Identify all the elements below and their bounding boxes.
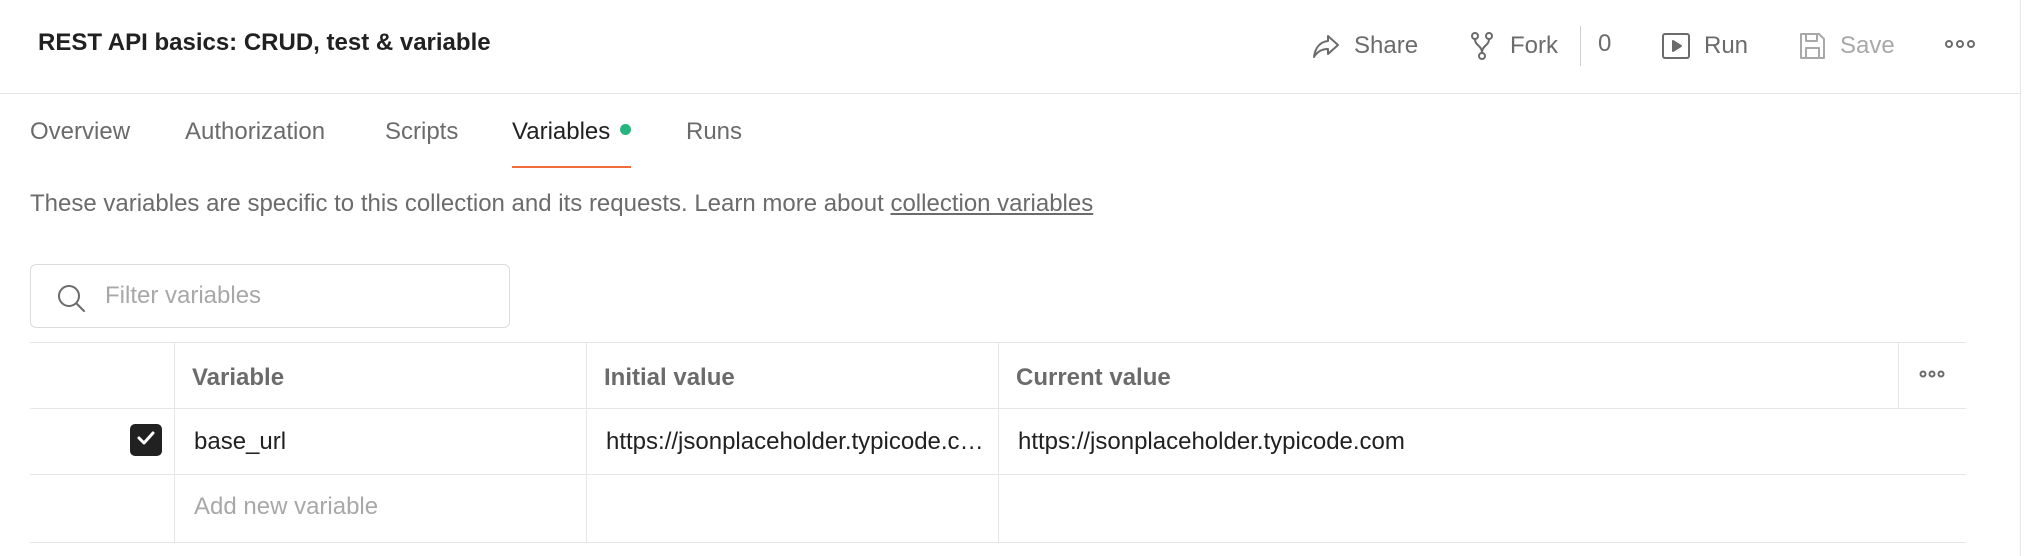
share-label: Share — [1354, 32, 1419, 59]
filter-variables-input[interactable] — [105, 279, 485, 313]
tab-overview-label: Overview — [30, 118, 131, 145]
tab-overview[interactable]: Overview — [30, 118, 130, 168]
variables-description: These variables are specific to this col… — [30, 190, 1093, 218]
run-label: Run — [1704, 32, 1749, 59]
column-divider — [586, 342, 587, 542]
column-header-current-value: Current value — [1016, 364, 1171, 391]
fork-label: Fork — [1510, 32, 1558, 59]
table-bottom-border — [30, 542, 1966, 543]
collection-variables-link[interactable]: collection variables — [890, 190, 1093, 217]
variables-table: Variable Initial value Current value bas… — [30, 342, 1966, 544]
tab-variables[interactable]: Variables — [512, 118, 632, 168]
fork-icon — [1466, 30, 1498, 62]
run-icon — [1660, 30, 1692, 62]
run-button[interactable]: Run — [1660, 26, 1748, 66]
save-label: Save — [1840, 32, 1895, 59]
column-header-variable: Variable — [192, 364, 285, 391]
fork-divider — [1580, 26, 1581, 66]
check-icon — [135, 427, 157, 454]
column-divider — [174, 342, 175, 542]
share-icon — [1310, 30, 1342, 62]
table-options-button[interactable] — [1898, 342, 1966, 408]
tab-runs[interactable]: Runs — [686, 118, 742, 168]
more-icon — [1919, 366, 1945, 384]
more-options-button[interactable] — [1942, 30, 1978, 62]
fork-button[interactable]: Fork — [1466, 26, 1558, 66]
unsaved-changes-dot — [620, 124, 632, 136]
initial-value-cell[interactable]: https://jsonplaceholder.typicode.com — [606, 428, 986, 456]
column-divider — [998, 342, 999, 542]
filter-variables-box[interactable] — [30, 264, 510, 328]
tab-authorization-label: Authorization — [185, 118, 326, 145]
current-value-cell[interactable]: https://jsonplaceholder.typicode.com — [1018, 428, 1878, 456]
more-icon — [1944, 37, 1976, 55]
collection-header: REST API basics: CRUD, test & variable S… — [0, 0, 2020, 94]
variable-name-cell[interactable]: base_url — [194, 428, 574, 456]
tab-scripts[interactable]: Scripts — [385, 118, 458, 168]
tab-runs-label: Runs — [686, 118, 743, 145]
column-header-initial-value: Initial value — [604, 364, 735, 391]
fork-count[interactable]: 0 — [1598, 30, 1611, 58]
collection-title: REST API basics: CRUD, test & variable — [38, 29, 491, 56]
panel-divider — [2020, 0, 2021, 556]
tab-scripts-label: Scripts — [385, 118, 459, 145]
add-new-variable-input[interactable]: Add new variable — [194, 493, 574, 521]
save-icon — [1796, 30, 1828, 62]
save-button[interactable]: Save — [1796, 26, 1895, 66]
share-button[interactable]: Share — [1310, 26, 1418, 66]
tab-authorization[interactable]: Authorization — [185, 118, 325, 168]
description-text: These variables are specific to this col… — [30, 190, 891, 217]
variable-enabled-checkbox[interactable] — [130, 424, 162, 456]
tab-variables-label: Variables — [512, 118, 611, 145]
